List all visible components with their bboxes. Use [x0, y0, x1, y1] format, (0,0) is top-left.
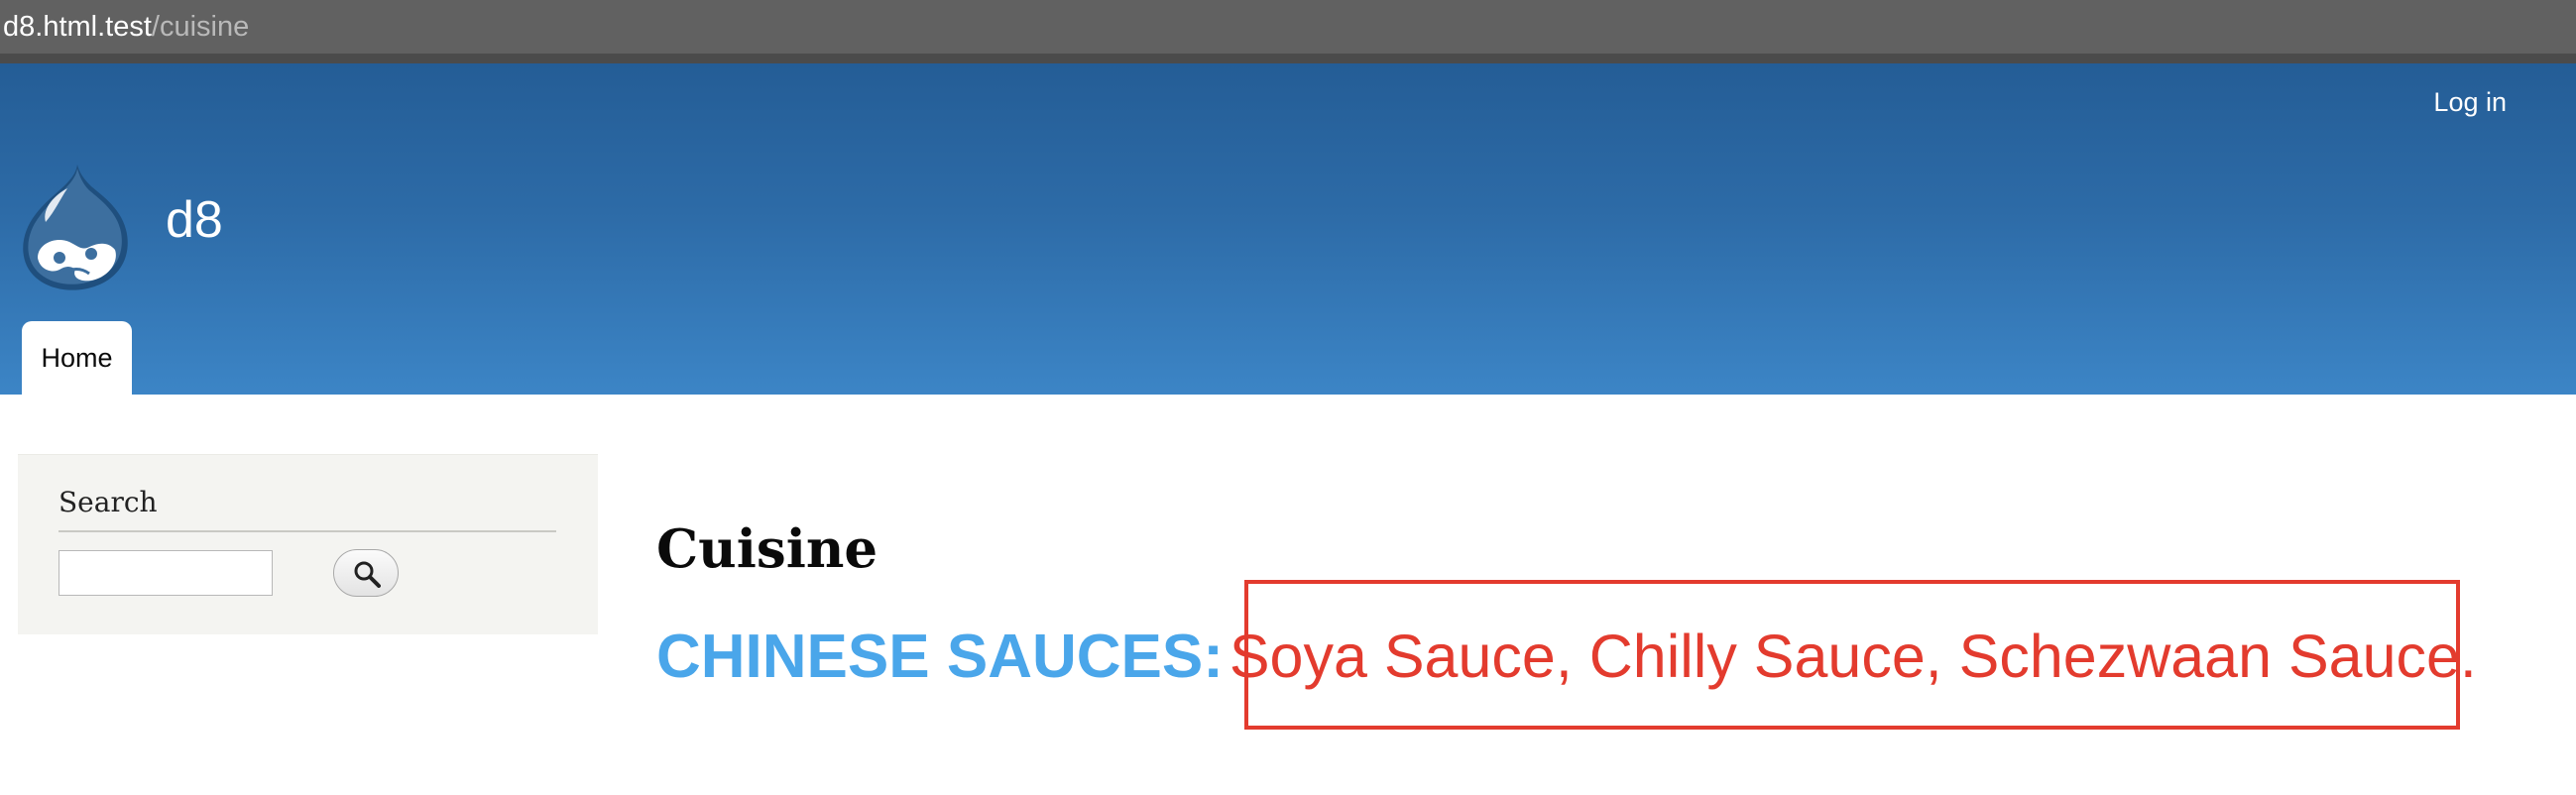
search-input[interactable]: [59, 550, 273, 596]
highlight-box: [1244, 580, 2460, 730]
address-url[interactable]: d8.html.test/cuisine: [3, 8, 249, 46]
page-title: Cuisine: [656, 517, 878, 580]
login-link[interactable]: Log in: [2433, 85, 2507, 119]
search-block-title: Search: [59, 486, 158, 518]
site-header: Log in d8 Home: [0, 63, 2576, 395]
content-label: CHINESE SAUCES:: [656, 623, 1224, 691]
search-icon: [354, 561, 381, 588]
browser-toolbar-divider: [0, 54, 2576, 63]
search-block-divider: [59, 530, 556, 532]
search-button[interactable]: [333, 549, 399, 597]
url-path: /cuisine: [151, 11, 250, 43]
url-domain: d8.html.test: [3, 11, 152, 43]
search-block: Search: [18, 454, 598, 634]
tab-home[interactable]: Home: [22, 321, 132, 395]
site-name[interactable]: d8: [166, 190, 223, 250]
drupal-drop-icon[interactable]: [16, 163, 133, 293]
browser-address-bar[interactable]: d8.html.test/cuisine: [0, 0, 2576, 54]
